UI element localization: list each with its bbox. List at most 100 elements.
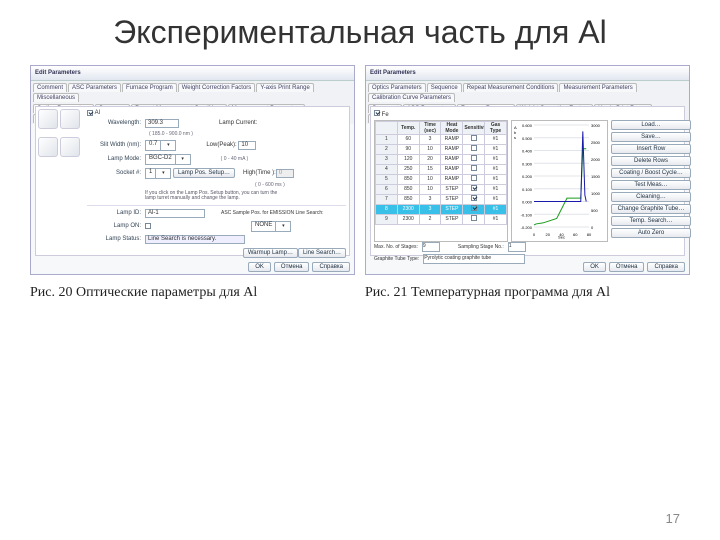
side-button-column: Load…Save…Insert RowDelete RowsCoating /…	[611, 120, 681, 240]
right-dialog-title: Edit Parameters	[366, 66, 689, 81]
sensitivity-checkbox[interactable]	[471, 155, 477, 161]
svg-text:20: 20	[546, 232, 551, 237]
lamp-icons	[38, 109, 82, 163]
ok-button[interactable]: OK	[248, 262, 271, 272]
furnace-table[interactable]: Temp.Time (sec)Heat ModeSensitivityGas T…	[374, 120, 508, 242]
svg-text:0.200: 0.200	[522, 174, 533, 179]
load--button[interactable]: Load…	[611, 120, 691, 130]
table-cell: 20	[419, 154, 441, 164]
tab-optics-parameters[interactable]: Optics Parameters	[368, 83, 426, 92]
table-row[interactable]: 923002STEP#1	[376, 214, 507, 224]
tab-y-axis-print-range[interactable]: Y-axis Print Range	[256, 83, 313, 92]
table-row[interactable]: 1603RAMP#1	[376, 134, 507, 144]
table-row[interactable]: 425015RAMP#1	[376, 164, 507, 174]
svg-text:0.600: 0.600	[522, 123, 533, 128]
wavelength-input[interactable]: 309.3	[145, 119, 179, 128]
table-cell: 3	[376, 154, 398, 164]
table-header: Temp.	[397, 121, 419, 134]
table-cell: 2300	[397, 214, 419, 224]
table-row[interactable]: 685010STEP#1	[376, 184, 507, 194]
table-cell: #1	[485, 144, 507, 154]
table-cell: 5	[376, 174, 398, 184]
sampling-input[interactable]: 1	[508, 242, 526, 252]
socket-select[interactable]: 1▾	[145, 168, 171, 179]
svg-text:80: 80	[587, 232, 592, 237]
hightime-label: High(Time ):	[243, 170, 276, 176]
element-checkbox[interactable]	[374, 110, 380, 116]
sensitivity-checkbox[interactable]	[471, 195, 477, 201]
line-search-button[interactable]: Line Search…	[298, 248, 346, 258]
ascpos-label: ASC Sample Pos. for EMISSION Line Search…	[221, 210, 324, 216]
tab-asc-parameters[interactable]: ASC Parameters	[68, 83, 121, 92]
left-dialog: Edit Parameters CommentASC ParametersFur…	[30, 65, 355, 275]
maxstages-label: Max. No. of Stages:	[374, 244, 418, 250]
sensitivity-checkbox[interactable]	[471, 185, 477, 191]
ascpos-select[interactable]: NONE▾	[251, 221, 291, 232]
table-cell	[463, 144, 485, 154]
lampcurrent-range: ( 0 - 40 mA )	[221, 156, 249, 162]
tab-repeat-measurement-conditions[interactable]: Repeat Measurement Conditions	[463, 83, 559, 92]
tab-sequence[interactable]: Sequence	[427, 83, 462, 92]
lampmode-select[interactable]: BGC-D2▾	[145, 154, 191, 165]
table-cell: #1	[485, 164, 507, 174]
svg-text:0.500: 0.500	[522, 136, 533, 141]
insert-row-button[interactable]: Insert Row	[611, 144, 691, 154]
warmup-lamp-button[interactable]: Warmup Lamp…	[243, 248, 298, 258]
svg-text:1000: 1000	[591, 191, 601, 196]
table-header: Sensitivity	[463, 121, 485, 134]
lamp-icon	[38, 137, 58, 157]
element-checkbox[interactable]	[87, 110, 93, 116]
auto-zero-button[interactable]: Auto Zero	[611, 228, 691, 238]
maxstages-input[interactable]: 9	[422, 242, 440, 252]
change-graphite-tube--button[interactable]: Change Graphite Tube…	[611, 204, 691, 214]
socket-label: Socket #:	[87, 170, 145, 176]
lamp-pos-setup-button[interactable]: Lamp Pos. Setup…	[173, 168, 235, 178]
tab-weight-correction-factors[interactable]: Weight Correction Factors	[178, 83, 256, 92]
ok-button[interactable]: OK	[583, 262, 606, 272]
table-cell: 8	[376, 204, 398, 214]
sensitivity-checkbox[interactable]	[471, 175, 477, 181]
tubetype-input[interactable]: Pyrolytic coating graphite tube	[423, 254, 525, 264]
sensitivity-checkbox[interactable]	[471, 205, 477, 211]
lampon-checkbox[interactable]	[145, 223, 151, 229]
tab-calibration-curve-parameters[interactable]: Calibration Curve Parameters	[368, 93, 455, 102]
svg-text:-0.100: -0.100	[521, 212, 533, 217]
help-button[interactable]: Справка	[312, 262, 350, 272]
table-cell: 10	[419, 174, 441, 184]
save--button[interactable]: Save…	[611, 132, 691, 142]
table-cell	[463, 174, 485, 184]
lowpeak-input[interactable]: 10	[238, 141, 256, 150]
sensitivity-checkbox[interactable]	[471, 215, 477, 221]
svg-text:60: 60	[573, 232, 578, 237]
sensitivity-checkbox[interactable]	[471, 135, 477, 141]
help-button[interactable]: Справка	[647, 262, 685, 272]
temp-search--button[interactable]: Temp. Search…	[611, 216, 691, 226]
svg-text:500: 500	[591, 208, 598, 213]
slit-select[interactable]: 0.7▾	[145, 140, 176, 151]
lampid-input[interactable]: Al-1	[145, 209, 205, 218]
tab-miscellaneous[interactable]: Miscellaneous	[33, 93, 79, 102]
tab-furnace-program[interactable]: Furnace Program	[122, 83, 177, 92]
hightime-range: ( 0 - 600 ms )	[255, 182, 285, 188]
coating-boost-cycle--button[interactable]: Coating / Boost Cycle…	[611, 168, 691, 178]
table-row[interactable]: 823003STEP#1	[376, 204, 507, 214]
cancel-button[interactable]: Отмена	[274, 262, 310, 272]
table-cell: 2300	[397, 204, 419, 214]
table-row[interactable]: 29010RAMP#1	[376, 144, 507, 154]
test-meas--button[interactable]: Test Meas…	[611, 180, 691, 190]
sensitivity-checkbox[interactable]	[471, 145, 477, 151]
svg-text:2000: 2000	[591, 157, 601, 162]
sensitivity-checkbox[interactable]	[471, 165, 477, 171]
table-cell: 120	[397, 154, 419, 164]
table-row[interactable]: 78503STEP#1	[376, 194, 507, 204]
tab-measurement-parameters[interactable]: Measurement Parameters	[559, 83, 636, 92]
left-dialog-body: Al Wavelength: 309.3 Lamp Current: ( 185…	[35, 106, 350, 256]
table-cell: RAMP	[441, 134, 463, 144]
cancel-button[interactable]: Отмена	[609, 262, 645, 272]
delete-rows-button[interactable]: Delete Rows	[611, 156, 691, 166]
table-cell: 10	[419, 144, 441, 154]
tab-comment[interactable]: Comment	[33, 83, 67, 92]
table-row[interactable]: 312020RAMP#1	[376, 154, 507, 164]
table-row[interactable]: 585010RAMP#1	[376, 174, 507, 184]
cleaning--button[interactable]: Cleaning…	[611, 192, 691, 202]
